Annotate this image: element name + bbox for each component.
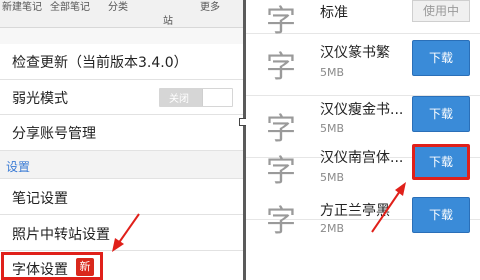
red-arrow-icon	[371, 182, 406, 233]
red-arrow-icon	[112, 213, 140, 252]
settings-panel: 新建笔记 全部笔记 分类 站 更多 检查更新（当前版本3.4.0） 弱光模式 关…	[0, 0, 243, 280]
font-list-panel: 字 标准 使用中 字 汉仪篆书繁 5MB 下载 字 汉仪瘦金书... 5MB 下…	[246, 0, 480, 280]
